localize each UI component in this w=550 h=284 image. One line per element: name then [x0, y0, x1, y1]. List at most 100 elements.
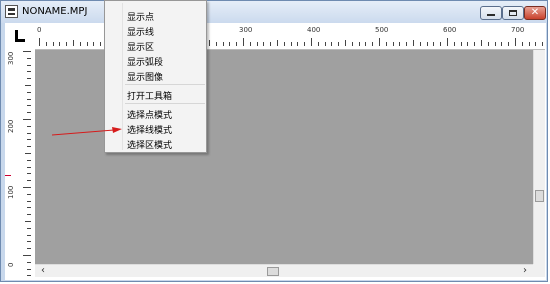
minimize-button[interactable]	[480, 6, 502, 20]
v-ruler-tick	[27, 146, 31, 147]
h-ruler-tick	[474, 42, 475, 46]
scroll-right-icon[interactable]: ›	[523, 265, 527, 277]
h-ruler-tick	[236, 42, 237, 46]
v-ruler-tick	[27, 71, 31, 72]
v-ruler-tick	[27, 248, 31, 249]
h-ruler-tick	[250, 42, 251, 46]
v-ruler-tick	[27, 241, 31, 242]
v-ruler-tick	[27, 160, 31, 161]
h-ruler-tick	[243, 38, 244, 46]
h-ruler-tick	[433, 42, 434, 46]
title-bar[interactable]: NONAME.MPJ ✕	[1, 1, 547, 23]
v-ruler-tick	[23, 51, 31, 52]
h-ruler-tick	[263, 42, 264, 46]
v-ruler-tick	[27, 112, 31, 113]
menu-item-open-toolbox[interactable]: 打开工具箱	[127, 89, 172, 102]
h-ruler-label-500: 500	[375, 26, 389, 34]
v-ruler-label-200: 200	[7, 119, 15, 133]
h-ruler-tick	[284, 42, 285, 46]
h-ruler-tick	[345, 40, 346, 46]
h-ruler-tick	[297, 42, 298, 46]
v-ruler-tick	[27, 207, 31, 208]
v-ruler-tick	[23, 255, 31, 256]
horizontal-scroll-thumb[interactable]	[267, 267, 279, 276]
v-ruler-tick	[27, 58, 31, 59]
v-ruler-tick	[27, 92, 31, 93]
h-ruler-tick	[73, 40, 74, 46]
menu-item-select-line-mode[interactable]: 选择线模式	[127, 123, 172, 136]
h-ruler-tick	[80, 42, 81, 46]
v-ruler-tick	[27, 275, 31, 276]
document-icon	[5, 5, 18, 18]
close-icon: ✕	[530, 7, 540, 18]
v-ruler-tick	[27, 133, 31, 134]
h-ruler-label-0: 0	[37, 26, 42, 34]
cursor-position-marker	[5, 175, 11, 176]
ruler-origin-button[interactable]	[8, 26, 30, 48]
h-ruler-tick	[216, 42, 217, 46]
h-ruler-tick	[304, 42, 305, 46]
menu-item-show-lines[interactable]: 显示线	[127, 25, 154, 38]
h-ruler-label-600: 600	[443, 26, 457, 34]
h-ruler-tick	[66, 42, 67, 46]
menu-item-show-image[interactable]: 显示图像	[127, 70, 163, 83]
menu-item-show-areas[interactable]: 显示区	[127, 40, 154, 53]
menu-item-select-point-mode[interactable]: 选择点模式	[127, 108, 172, 121]
size-grip	[533, 264, 545, 277]
menu-separator	[125, 84, 205, 85]
h-ruler-tick	[495, 42, 496, 46]
vertical-scroll-thumb[interactable]	[535, 190, 544, 202]
menu-item-select-area-mode[interactable]: 选择区模式	[127, 138, 172, 151]
h-ruler-tick	[393, 42, 394, 46]
h-ruler-tick	[352, 42, 353, 46]
h-ruler-tick	[535, 42, 536, 46]
v-ruler-tick	[27, 201, 31, 202]
h-ruler-tick	[365, 42, 366, 46]
h-ruler-tick	[229, 42, 230, 46]
h-ruler-tick	[325, 42, 326, 46]
h-ruler-tick	[291, 42, 292, 46]
v-ruler-tick	[25, 221, 31, 222]
h-ruler-tick	[515, 38, 516, 46]
h-ruler-tick	[311, 38, 312, 46]
h-ruler-tick	[338, 42, 339, 46]
h-ruler-tick	[481, 40, 482, 46]
h-ruler-tick	[87, 42, 88, 46]
v-ruler-label-0: 0	[7, 262, 15, 267]
horizontal-scrollbar[interactable]: ‹ ›	[35, 264, 533, 277]
h-ruler-tick	[406, 42, 407, 46]
h-ruler-tick	[454, 42, 455, 46]
minimize-icon	[487, 14, 495, 16]
close-button[interactable]: ✕	[524, 6, 546, 20]
app-window: NONAME.MPJ ✕ 0 300 400 500 600 700 300 2…	[0, 0, 548, 282]
h-ruler-tick	[522, 42, 523, 46]
h-ruler-tick	[100, 42, 101, 46]
h-ruler-tick	[508, 42, 509, 46]
h-ruler-label-700: 700	[511, 26, 525, 34]
h-ruler-tick	[447, 38, 448, 46]
v-ruler-tick	[27, 126, 31, 127]
h-ruler-tick	[386, 42, 387, 46]
h-ruler-tick	[209, 40, 210, 46]
h-ruler-tick	[277, 40, 278, 46]
menu-item-show-arcs[interactable]: 显示弧段	[127, 55, 163, 68]
document-client-area: 0 300 400 500 600 700 300 200 100 0 ‹ ›	[5, 23, 546, 280]
v-ruler-tick	[27, 228, 31, 229]
v-ruler-label-100: 100	[7, 185, 15, 199]
v-ruler-tick	[27, 194, 31, 195]
v-ruler-tick	[27, 99, 31, 100]
menu-item-show-points[interactable]: 显示点	[127, 10, 154, 23]
h-ruler-label-400: 400	[307, 26, 321, 34]
menu-separator	[125, 103, 205, 104]
h-ruler-tick	[529, 42, 530, 46]
h-ruler-tick	[461, 42, 462, 46]
maximize-button[interactable]	[502, 6, 524, 20]
scroll-left-icon[interactable]: ‹	[41, 265, 45, 277]
h-ruler-tick	[223, 42, 224, 46]
annotation-arrow	[52, 127, 122, 136]
maximize-icon	[509, 10, 517, 16]
h-ruler-tick	[542, 42, 543, 46]
vertical-scrollbar[interactable]	[533, 50, 545, 264]
h-ruler-tick	[420, 42, 421, 46]
v-ruler-tick	[27, 214, 31, 215]
